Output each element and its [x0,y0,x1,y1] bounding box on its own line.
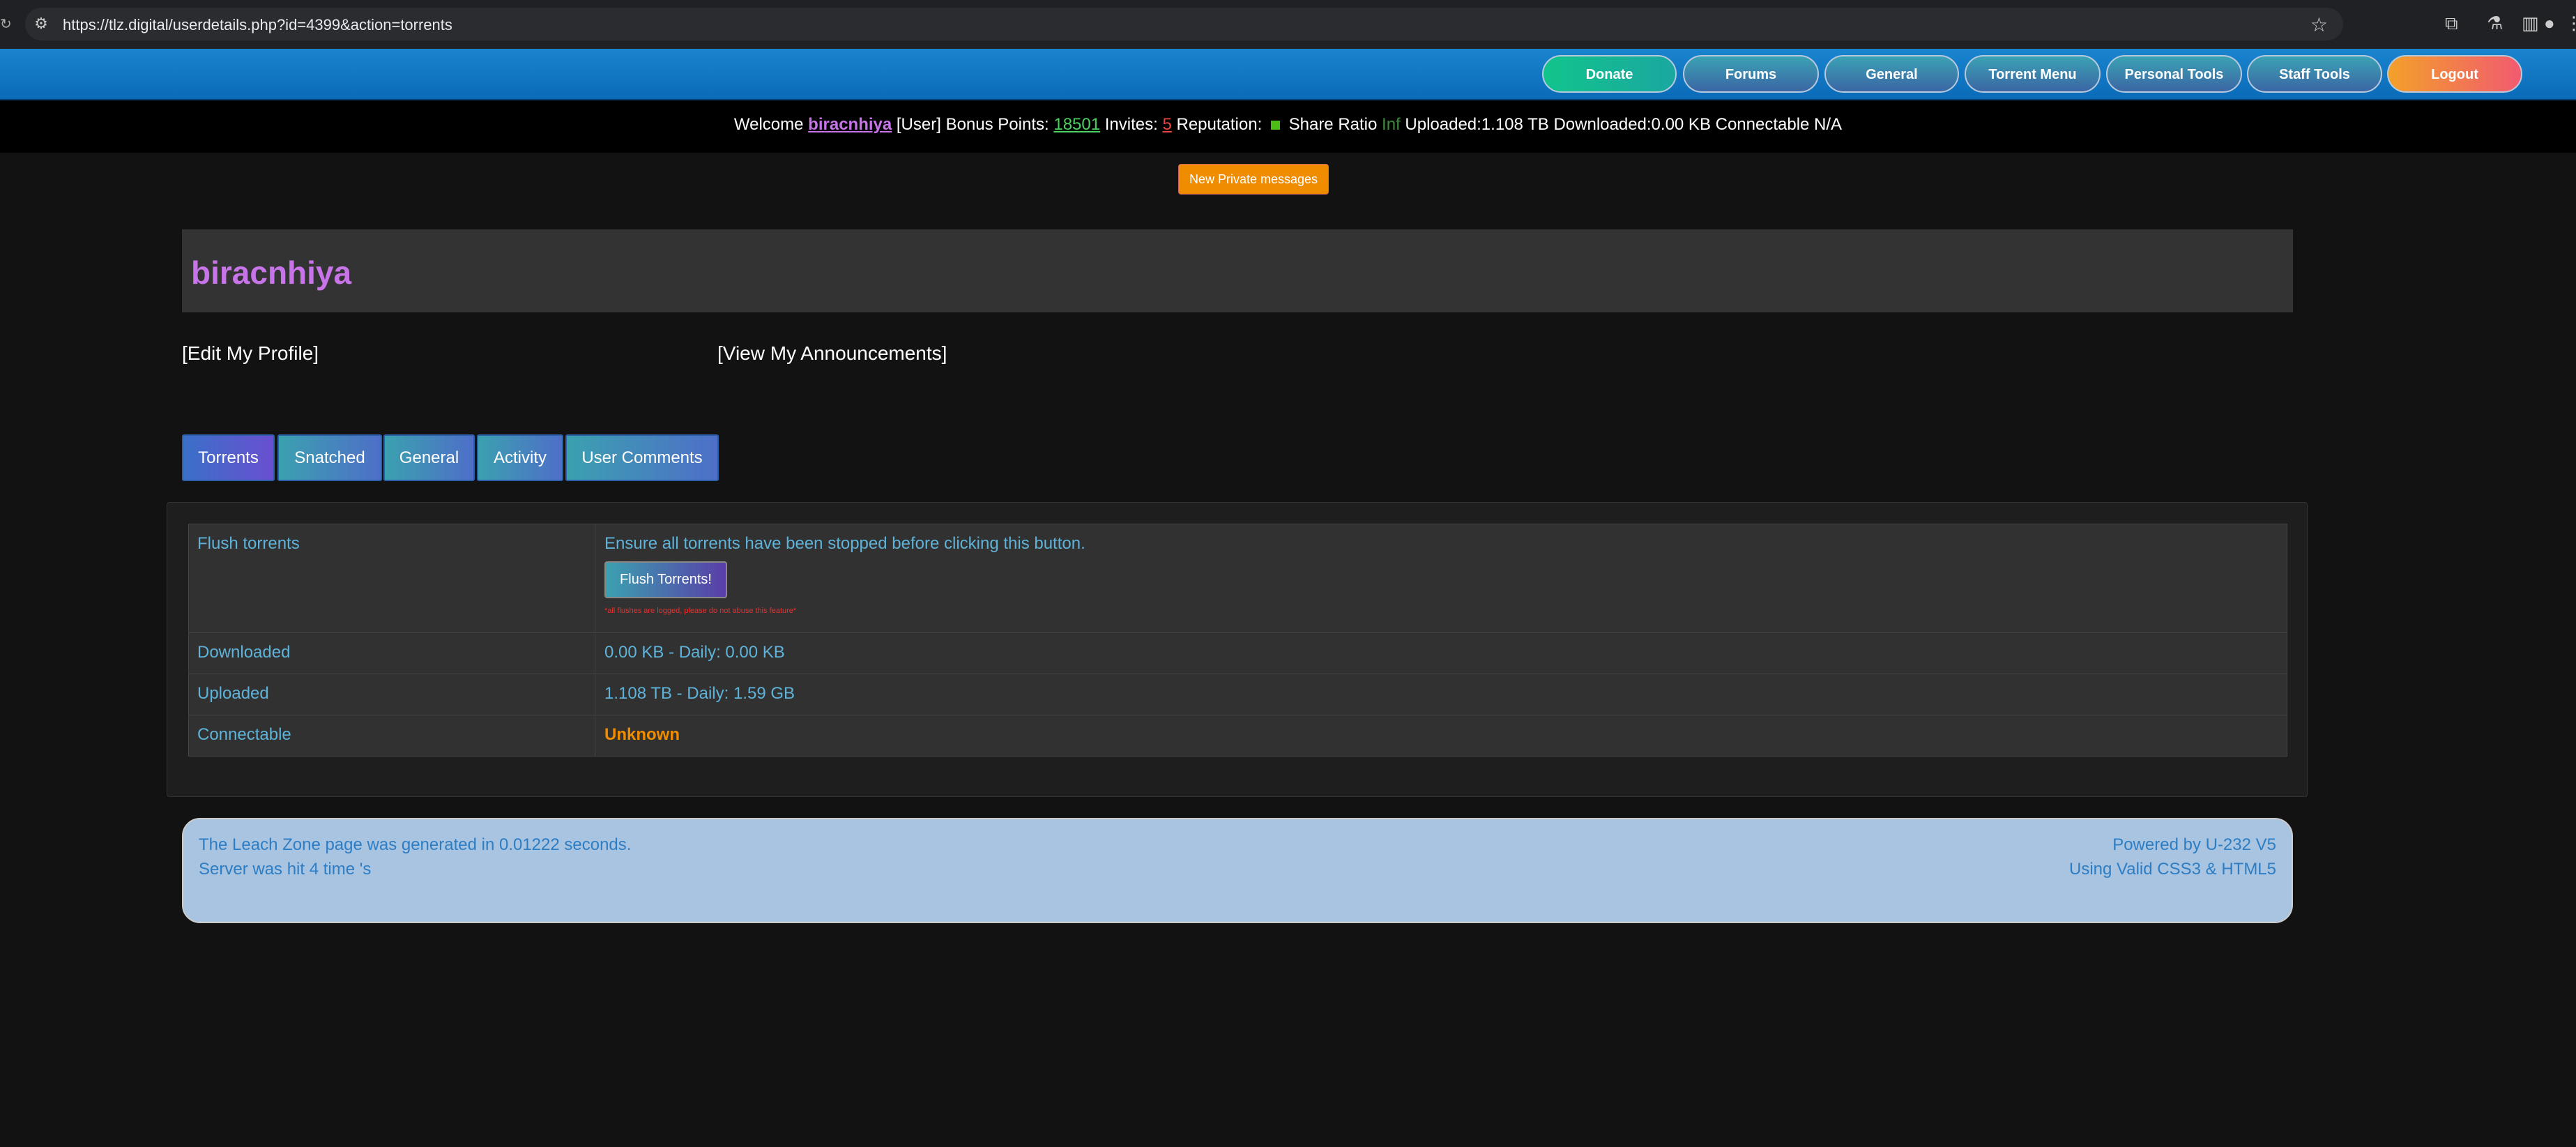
profile-avatar-icon[interactable]: ● [2544,13,2555,34]
address-bar[interactable]: ⚙ https://tlz.digital/userdetails.php?id… [25,8,2343,40]
reputation-label: Reputation: [1176,115,1263,134]
downloaded-value: 0.00 KB - Daily: 0.00 KB [604,643,785,662]
tab-general[interactable]: General [383,434,475,481]
tab-torrents[interactable]: Torrents [182,434,275,481]
invites-label: Invites: [1104,115,1158,134]
connectable-value: Unknown [596,715,2287,756]
username-link[interactable]: biracnhiya [808,115,892,134]
bookmark-star-icon[interactable]: ☆ [2310,13,2328,36]
browser-toolbar-icons: ⧉ ⚗ ▥ ● ⋮ [2367,11,2576,39]
uploaded-row: Uploaded 1.108 TB - Daily: 1.59 GB [188,674,2287,715]
page-footer: The Leach Zone page was generated in 0.0… [182,818,2293,923]
invites-link[interactable]: 5 [1162,115,1171,134]
bonus-points-link[interactable]: 18501 [1053,115,1100,134]
uploaded-value: 1.108 TB - Daily: 1.59 GB [604,684,795,703]
welcome-bar: Welcome biracnhiya [User] Bonus Points: … [0,100,2576,153]
tab-snatched[interactable]: Snatched [277,434,382,481]
labs-flask-icon[interactable]: ⚗ [2487,13,2503,34]
tab-user-comments[interactable]: User Comments [565,434,719,481]
torrents-panel: Flush torrents Ensure all torrents have … [167,502,2308,797]
view-announcements-link[interactable]: [View My Announcements] [717,342,947,365]
tab-activity[interactable]: Activity [477,434,563,481]
reload-icon[interactable]: ↻ [0,15,12,32]
flush-note: Ensure all torrents have been stopped be… [604,534,1085,553]
uploaded-stat: Uploaded:1.108 TB [1405,115,1549,134]
connectable-row: Connectable Unknown [188,715,2287,757]
connectable-stat: Connectable N/A [1715,115,1843,134]
flush-warning: *all flushes are logged, please do not a… [604,607,797,615]
downloaded-label: Downloaded [189,633,595,674]
flush-row: Flush torrents Ensure all torrents have … [188,524,2287,633]
footer-powered: Powered by U-232 V5 [2112,835,2276,854]
profile-header: biracnhiya [182,229,2293,312]
main-nav: Donate Forums General Torrent Menu Perso… [0,49,2576,100]
downloaded-stat: Downloaded:0.00 KB [1553,115,1711,134]
footer-hits: Server was hit 4 time 's [199,860,372,879]
menu-kebab-icon[interactable]: ⋮ [2565,13,2576,34]
downloaded-row: Downloaded 0.00 KB - Daily: 0.00 KB [188,632,2287,674]
share-ratio-value: Inf [1382,115,1401,134]
flush-value: Ensure all torrents have been stopped be… [596,524,2287,632]
share-ratio-label: Share Ratio [1288,115,1378,134]
staff-tools-button[interactable]: Staff Tools [2247,55,2382,93]
browser-chrome: ↻ ⚙ https://tlz.digital/userdetails.php?… [0,0,2576,49]
personal-tools-button[interactable]: Personal Tools [2106,55,2242,93]
general-button[interactable]: General [1824,55,1959,93]
user-role: [User] [896,115,941,134]
url-text: https://tlz.digital/userdetails.php?id=4… [63,16,452,33]
logout-button[interactable]: Logout [2387,55,2522,93]
profile-username: biracnhiya [191,255,352,291]
footer-generated: The Leach Zone page was generated in 0.0… [199,835,632,854]
reputation-square-icon [1270,121,1280,130]
torrent-menu-button[interactable]: Torrent Menu [1965,55,2101,93]
extensions-icon[interactable]: ⧉ [2445,13,2458,35]
uploaded-label: Uploaded [189,674,595,715]
bonus-label: Bonus Points: [945,115,1049,134]
side-panel-icon[interactable]: ▥ [2522,13,2539,34]
welcome-prefix: Welcome [733,115,804,134]
new-private-messages-button[interactable]: New Private messages [1178,164,1329,195]
flush-torrents-button[interactable]: Flush Torrents! [604,561,727,598]
edit-profile-link[interactable]: [Edit My Profile] [182,342,319,365]
forums-button[interactable]: Forums [1683,55,1819,93]
connectable-label: Connectable [189,715,595,756]
donate-button[interactable]: Donate [1542,55,1677,93]
connectable-status: Unknown [604,725,680,744]
footer-valid: Using Valid CSS3 & HTML5 [2069,860,2276,879]
flush-label: Flush torrents [189,524,595,632]
site-info-icon[interactable]: ⚙ [32,15,50,33]
